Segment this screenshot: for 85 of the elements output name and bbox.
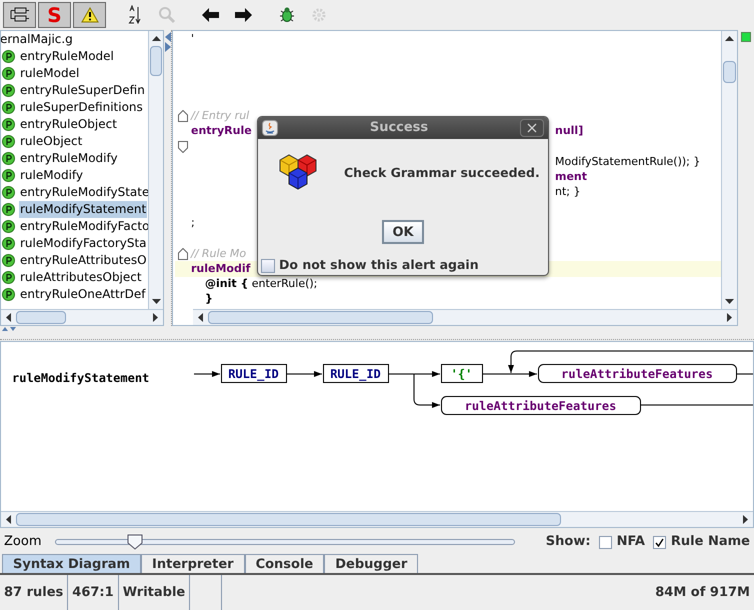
- search-icon: [158, 6, 176, 24]
- ok-button[interactable]: OK: [382, 220, 424, 244]
- status-indicator-icon: [741, 32, 751, 42]
- code-line: ;: [191, 214, 195, 231]
- status-cell: 87 rules: [0, 575, 68, 610]
- warning-button[interactable]: [73, 2, 106, 28]
- diagram-node[interactable]: RULE_ID: [323, 364, 389, 383]
- tree-item[interactable]: entryRuleOneAttrDef: [19, 286, 146, 303]
- code-comment: // Rule Mo: [191, 246, 246, 262]
- tree-item[interactable]: ruleAttributesObject: [19, 269, 143, 286]
- scroll-right-icon: [153, 313, 158, 322]
- code-line: ModifyStatementRule()); }: [555, 154, 700, 170]
- tree-item[interactable]: entryRuleModel: [19, 48, 115, 65]
- memory-usage: 84M of 917M: [654, 584, 751, 602]
- scroll-up-icon: [152, 36, 161, 41]
- file-name: ernalMajic.g: [1, 31, 74, 48]
- tree-item[interactable]: ruleObject: [19, 133, 84, 150]
- tree-view-icon: [10, 6, 30, 24]
- warning-icon: [80, 7, 98, 23]
- sort-icon: [128, 5, 142, 25]
- code-line: ment: [555, 169, 588, 186]
- scroll-left-icon: [6, 515, 11, 524]
- scroll-down-icon: [152, 299, 161, 304]
- code-line: }: [204, 291, 213, 308]
- code-line: entryRule: [191, 123, 252, 140]
- status-cell: Writable: [118, 575, 190, 610]
- tree-item[interactable]: ruleModifyStatement: [19, 201, 148, 218]
- scrollbar-thumb[interactable]: [16, 311, 66, 324]
- tree-item[interactable]: ruleModel: [19, 65, 80, 82]
- slider-thumb[interactable]: [126, 534, 143, 550]
- checkbox-label: Rule Name: [670, 533, 750, 552]
- checkbox[interactable]: [261, 258, 275, 273]
- tab[interactable]: Console: [244, 554, 324, 573]
- fold-marker-icon[interactable]: [175, 248, 191, 260]
- scrollbar-thumb[interactable]: [723, 61, 736, 83]
- tree-item[interactable]: entryRuleObject: [19, 116, 118, 133]
- close-icon: [527, 122, 537, 133]
- dialog-title: Success: [368, 119, 430, 138]
- diagram-node[interactable]: RULE_ID: [221, 364, 287, 383]
- tree-item[interactable]: entryRuleAttributesO: [19, 252, 148, 269]
- zoom-slider[interactable]: [55, 534, 516, 550]
- code-line: null]: [555, 123, 584, 140]
- tab[interactable]: Syntax Diagram: [2, 554, 142, 573]
- fold-marker-icon[interactable]: [175, 140, 191, 153]
- tree-view-button[interactable]: [3, 2, 36, 28]
- back-arrow-icon: [202, 8, 220, 22]
- dialog-message: Check Grammar succeeded.: [344, 164, 540, 182]
- scroll-right-icon: [727, 313, 732, 322]
- tree-item[interactable]: ruleModify: [19, 167, 84, 184]
- code-line: ruleModif: [191, 260, 250, 277]
- scroll-left-icon: [198, 313, 203, 322]
- tree-item[interactable]: entryRuleModify: [19, 150, 119, 167]
- status-cell: 467:1: [68, 575, 119, 610]
- checkbox[interactable]: [598, 536, 612, 548]
- app-icon: [262, 120, 278, 136]
- gear-icon: [310, 6, 328, 24]
- tab[interactable]: Debugger: [324, 554, 418, 573]
- fold-marker-icon[interactable]: [175, 110, 191, 122]
- tree-item[interactable]: ruleModifyFactorySta: [19, 235, 148, 252]
- scroll-down-icon: [725, 299, 734, 304]
- scrollbar-thumb[interactable]: [208, 311, 433, 324]
- tab[interactable]: Interpreter: [141, 554, 245, 573]
- scroll-right-icon: [743, 515, 748, 524]
- code-line: ': [191, 31, 194, 48]
- code-line: nt; }: [555, 184, 580, 200]
- code-comment: // Entry rul: [191, 108, 250, 124]
- checkbox[interactable]: [652, 536, 666, 548]
- zoom-label: Zoom: [4, 533, 42, 552]
- bug-icon: [278, 6, 296, 24]
- scroll-left-icon: [6, 313, 11, 322]
- forward-arrow-icon: [234, 8, 252, 22]
- code-line: @init { enterRule();: [204, 276, 318, 292]
- checkbox-label: NFA: [616, 533, 645, 552]
- tree-item[interactable]: entryRuleSuperDefin: [19, 82, 146, 99]
- diagram-node[interactable]: ruleAttributeFeatures: [441, 396, 641, 415]
- rule-name: ruleModifyStatement: [12, 370, 150, 387]
- scrollbar-thumb[interactable]: [150, 46, 162, 76]
- close-button[interactable]: [520, 118, 544, 137]
- tree-item[interactable]: ruleSuperDefinitions: [19, 99, 144, 116]
- scroll-up-icon: [725, 36, 734, 41]
- diagram-node[interactable]: ruleAttributeFeatures: [538, 364, 737, 383]
- scrollbar-thumb[interactable]: [16, 513, 561, 526]
- diagram-node[interactable]: '{': [441, 364, 483, 383]
- checkbox-label: Do not show this alert again: [279, 256, 479, 274]
- show-label: Show:: [546, 533, 591, 552]
